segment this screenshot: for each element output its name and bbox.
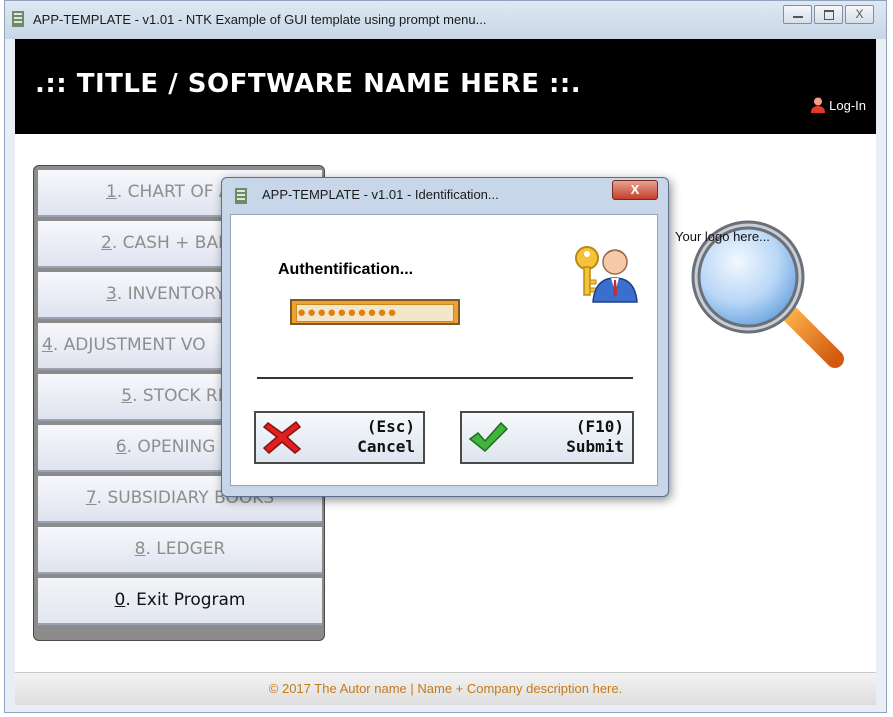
menu-hotkey: 7 (85, 488, 97, 508)
menu-hotkey: 6 (115, 437, 127, 457)
window-title: APP-TEMPLATE - v1.01 - NTK Example of GU… (33, 12, 487, 27)
menu-label: . Exit Program (125, 590, 246, 610)
logo-placeholder-text: Your logo here... (675, 229, 770, 244)
header-bar: .:: TITLE / SOFTWARE NAME HERE ::. Log-I… (15, 39, 876, 134)
menu-item-exit-program[interactable]: 0. Exit Program (38, 578, 322, 625)
cancel-label: Cancel (357, 437, 415, 456)
close-button[interactable]: X (845, 5, 874, 24)
menu-label: . ADJUSTMENT VO (52, 335, 206, 355)
menu-hotkey: 0 (114, 590, 126, 610)
separator (257, 377, 633, 379)
dialog-close-button[interactable]: X (612, 180, 658, 200)
identification-dialog: APP-TEMPLATE - v1.01 - Identification...… (221, 177, 669, 497)
menu-hotkey: 1 (106, 182, 117, 202)
auth-label: Authentification... (278, 261, 414, 278)
maximize-button[interactable] (814, 5, 843, 24)
password-value: ●●●●●●●●●● (296, 304, 454, 322)
window-controls: X (781, 5, 874, 24)
menu-item-ledger[interactable]: 8. LEDGER (38, 527, 322, 574)
app-icon (235, 188, 247, 204)
submit-hotkey: (F10) (575, 417, 624, 436)
menu-hotkey: 8 (134, 539, 146, 559)
app-title: .:: TITLE / SOFTWARE NAME HERE ::. (35, 69, 582, 99)
login-link[interactable]: Log-In (811, 97, 866, 113)
logo-area: Your logo here... (675, 199, 875, 399)
dialog-title: APP-TEMPLATE - v1.01 - Identification... (262, 187, 499, 202)
menu-hotkey: 4 (42, 335, 53, 355)
close-label: X (855, 7, 864, 21)
red-x-icon (262, 420, 302, 455)
close-icon: X (630, 182, 640, 197)
menu-label: . LEDGER (145, 539, 226, 559)
user-icon (811, 97, 826, 113)
green-check-icon (468, 421, 508, 453)
minimize-button[interactable] (783, 5, 812, 24)
app-icon (12, 11, 24, 27)
key-user-icon (575, 246, 638, 303)
cancel-button[interactable]: (Esc) Cancel (254, 411, 425, 464)
submit-button[interactable]: (F10) Submit (460, 411, 634, 464)
window-titlebar: APP-TEMPLATE - v1.01 - NTK Example of GU… (5, 1, 886, 39)
cancel-hotkey: (Esc) (366, 417, 415, 436)
submit-label: Submit (566, 437, 624, 456)
dialog-body: Authentification... ●●●●●●●●●● (Esc) Can… (230, 214, 658, 486)
dialog-titlebar: APP-TEMPLATE - v1.01 - Identification...… (222, 178, 668, 212)
login-label: Log-In (829, 97, 866, 113)
footer: © 2017 The Autor name | Name + Company d… (15, 672, 876, 705)
menu-hotkey: 5 (121, 386, 133, 406)
menu-hotkey: 2 (101, 233, 112, 253)
password-input[interactable]: ●●●●●●●●●● (290, 299, 460, 325)
menu-hotkey: 3 (106, 284, 117, 304)
